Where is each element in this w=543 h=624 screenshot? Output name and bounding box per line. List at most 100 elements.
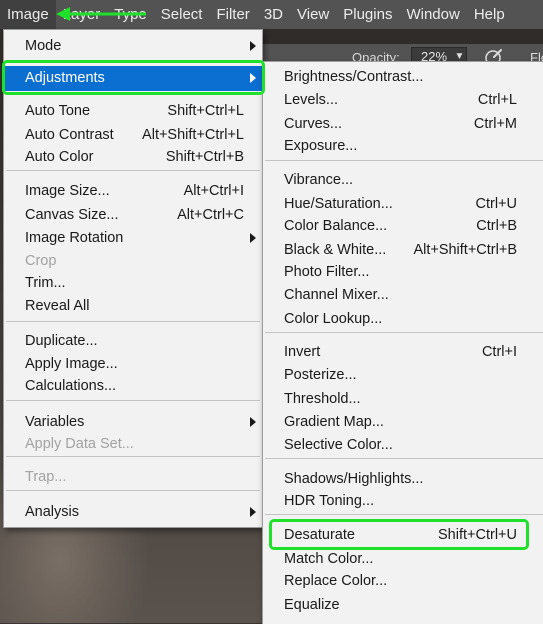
adjustment-item-hdr-toning[interactable]: HDR Toning... bbox=[263, 490, 543, 512]
menu-item-label: Variables bbox=[25, 414, 85, 430]
adjustment-item-hue-saturation[interactable]: Hue/Saturation... Ctrl+U bbox=[263, 193, 543, 215]
menu-item-label: Invert bbox=[284, 344, 321, 360]
menu-separator bbox=[265, 514, 543, 515]
menu-item-shortcut: Ctrl+M bbox=[473, 116, 517, 132]
menu-item-apply-data-set: Apply Data Set... bbox=[4, 433, 262, 455]
menu-item-label: Duplicate... bbox=[25, 333, 98, 349]
adjustment-item-gradient-map[interactable]: Gradient Map... bbox=[263, 411, 543, 433]
menu-item-label: Auto Color bbox=[25, 149, 94, 165]
menubar-item-plugins[interactable]: Plugins bbox=[336, 0, 399, 29]
menu-item-shortcut: Alt+Shift+Ctrl+B bbox=[413, 242, 517, 258]
menu-item-image-rotation[interactable]: Image Rotation bbox=[4, 227, 262, 249]
menu-item-label: Shadows/Highlights... bbox=[284, 471, 424, 487]
adjustment-item-channel-mixer[interactable]: Channel Mixer... bbox=[263, 284, 543, 306]
adjustment-item-black-white[interactable]: Black & White... Alt+Shift+Ctrl+B bbox=[263, 239, 543, 261]
adjustment-item-photo-filter[interactable]: Photo Filter... bbox=[263, 261, 543, 283]
green-arrow-annotation bbox=[56, 7, 146, 21]
menubar-item-select[interactable]: Select bbox=[154, 0, 210, 29]
desaturate-highlight-box bbox=[269, 519, 529, 550]
menu-item-label: Canvas Size... bbox=[25, 207, 119, 223]
menubar-item-window[interactable]: Window bbox=[399, 0, 466, 29]
adjustment-item-match-color[interactable]: Match Color... bbox=[263, 548, 543, 570]
menu-item-label: Brightness/Contrast... bbox=[284, 69, 424, 85]
menu-item-label: Levels... bbox=[284, 92, 338, 108]
menu-item-duplicate[interactable]: Duplicate... bbox=[4, 330, 262, 352]
menubar-item-view[interactable]: View bbox=[290, 0, 336, 29]
menu-item-label: Image Rotation bbox=[25, 230, 124, 246]
submenu-arrow-icon bbox=[250, 417, 256, 427]
adjustment-item-color-lookup[interactable]: Color Lookup... bbox=[263, 308, 543, 330]
menu-item-label: Calculations... bbox=[25, 378, 117, 394]
menu-separator bbox=[265, 332, 543, 333]
menu-item-label: Selective Color... bbox=[284, 437, 393, 453]
menubar-item-filter[interactable]: Filter bbox=[209, 0, 256, 29]
adjustment-item-replace-color[interactable]: Replace Color... bbox=[263, 570, 543, 592]
menu-item-canvas-size[interactable]: Canvas Size... Alt+Ctrl+C bbox=[4, 204, 262, 226]
menu-item-label: Match Color... bbox=[284, 551, 374, 567]
menu-item-label: Hue/Saturation... bbox=[284, 196, 393, 212]
menu-separator bbox=[265, 160, 543, 161]
adjustment-item-brightness-contrast[interactable]: Brightness/Contrast... bbox=[263, 66, 543, 88]
adjustment-item-invert[interactable]: Invert Ctrl+I bbox=[263, 341, 543, 363]
menu-item-label: Black & White... bbox=[284, 242, 387, 258]
menu-item-image-size[interactable]: Image Size... Alt+Ctrl+I bbox=[4, 180, 262, 202]
menu-item-trim[interactable]: Trim... bbox=[4, 272, 262, 294]
submenu-arrow-icon bbox=[250, 233, 256, 243]
menubar-item-3d[interactable]: 3D bbox=[257, 0, 290, 29]
menu-item-label: Auto Tone bbox=[25, 103, 91, 119]
menu-item-label: Analysis bbox=[25, 504, 79, 520]
menu-item-label: Color Balance... bbox=[284, 218, 388, 234]
adjustment-item-selective-color[interactable]: Selective Color... bbox=[263, 434, 543, 456]
menu-separator bbox=[6, 321, 260, 322]
menubar-item-help[interactable]: Help bbox=[467, 0, 512, 29]
adjustment-item-curves[interactable]: Curves... Ctrl+M bbox=[263, 113, 543, 135]
menu-item-shortcut: Alt+Ctrl+I bbox=[183, 183, 244, 199]
adjustment-item-levels[interactable]: Levels... Ctrl+L bbox=[263, 89, 543, 111]
adjustment-item-threshold[interactable]: Threshold... bbox=[263, 388, 543, 410]
menu-separator bbox=[6, 400, 260, 401]
menu-item-calculations[interactable]: Calculations... bbox=[4, 375, 262, 397]
menu-item-auto-tone[interactable]: Auto Tone Shift+Ctrl+L bbox=[4, 100, 262, 122]
menu-item-label: Curves... bbox=[284, 116, 343, 132]
menu-item-shortcut: Ctrl+I bbox=[481, 344, 517, 360]
menu-item-label: Color Lookup... bbox=[284, 311, 383, 327]
menu-item-label: Exposure... bbox=[284, 138, 358, 154]
adjustment-item-shadows-highlights[interactable]: Shadows/Highlights... bbox=[263, 468, 543, 490]
adjustment-item-equalize[interactable]: Equalize bbox=[263, 594, 543, 616]
menubar-item-image[interactable]: Image bbox=[0, 0, 56, 29]
image-menu: Mode Adjustments Auto Tone Shift+Ctrl+L Auto… bbox=[3, 29, 263, 528]
menu-item-shortcut: Alt+Ctrl+C bbox=[177, 207, 244, 223]
adjustment-item-color-balance[interactable]: Color Balance... Ctrl+B bbox=[263, 215, 543, 237]
menu-item-analysis[interactable]: Analysis bbox=[4, 501, 262, 523]
menu-item-variables[interactable]: Variables bbox=[4, 411, 262, 433]
menu-item-label: Channel Mixer... bbox=[284, 287, 389, 303]
menu-item-auto-contrast[interactable]: Auto Contrast Alt+Shift+Ctrl+L bbox=[4, 124, 262, 146]
menu-item-label: Trap... bbox=[25, 469, 67, 485]
menu-item-shortcut: Ctrl+L bbox=[477, 92, 517, 108]
menu-item-mode[interactable]: Mode bbox=[4, 35, 262, 57]
menu-item-shortcut: Alt+Shift+Ctrl+L bbox=[142, 127, 244, 143]
menu-separator bbox=[6, 170, 260, 171]
menu-item-reveal-all[interactable]: Reveal All bbox=[4, 295, 262, 317]
menu-separator bbox=[6, 490, 260, 491]
adjustment-item-posterize[interactable]: Posterize... bbox=[263, 364, 543, 386]
menu-item-label: Auto Contrast bbox=[25, 127, 114, 143]
menu-item-auto-color[interactable]: Auto Color Shift+Ctrl+B bbox=[4, 146, 262, 168]
adjustment-item-exposure[interactable]: Exposure... bbox=[263, 135, 543, 157]
menu-item-shortcut: Ctrl+B bbox=[476, 218, 517, 234]
menu-item-label: Reveal All bbox=[25, 298, 90, 314]
menu-item-label: Replace Color... bbox=[284, 573, 388, 589]
menu-item-label: Posterize... bbox=[284, 367, 357, 383]
menu-item-crop: Crop bbox=[4, 250, 262, 272]
menu-item-trap: Trap... bbox=[4, 466, 262, 488]
menu-item-label: Image Size... bbox=[25, 183, 110, 199]
adjustment-item-vibrance[interactable]: Vibrance... bbox=[263, 169, 543, 191]
menu-item-label: Apply Data Set... bbox=[25, 436, 134, 452]
menu-item-apply-image[interactable]: Apply Image... bbox=[4, 353, 262, 375]
submenu-arrow-icon bbox=[250, 507, 256, 517]
menu-item-label: Photo Filter... bbox=[284, 264, 370, 280]
menu-item-label: Trim... bbox=[25, 275, 66, 291]
menu-separator bbox=[6, 456, 260, 457]
menu-item-label: HDR Toning... bbox=[284, 493, 374, 509]
menu-item-label: Equalize bbox=[284, 597, 340, 613]
